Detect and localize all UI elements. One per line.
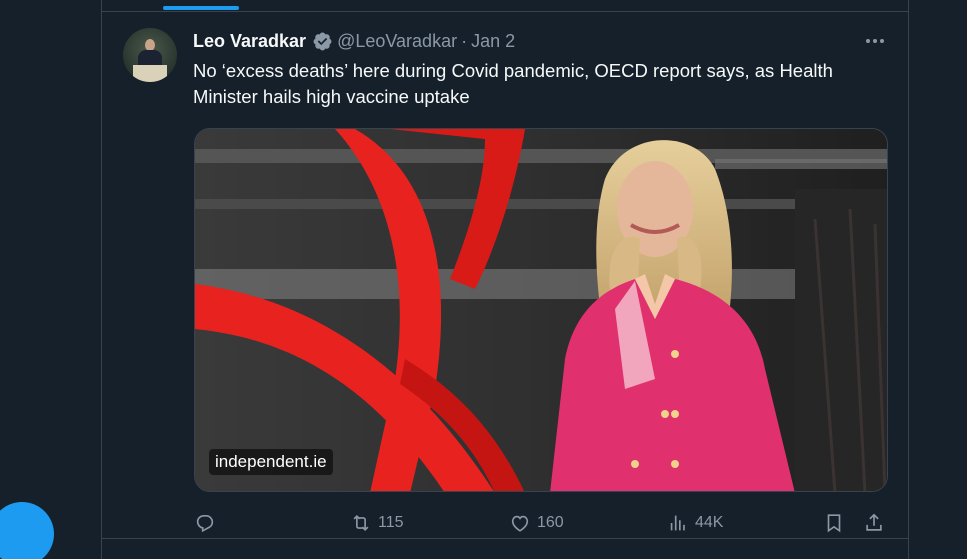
reply-icon <box>196 515 214 533</box>
retweet-button[interactable]: 115 <box>350 508 404 538</box>
right-gutter <box>909 0 967 559</box>
views-button[interactable]: 44K <box>667 508 723 538</box>
like-button[interactable]: 160 <box>509 508 564 538</box>
avatar[interactable] <box>123 28 177 82</box>
more-horizontal-icon[interactable] <box>862 31 888 51</box>
timeline-column: Leo Varadkar @LeoVaradkar · Jan 2 No ‘ex… <box>101 0 909 559</box>
heart-icon <box>511 515 529 532</box>
tweet-header: Leo Varadkar @LeoVaradkar · Jan 2 <box>193 30 515 52</box>
bookmark-icon <box>827 514 841 533</box>
tweet-divider <box>102 538 908 539</box>
views-icon <box>670 515 685 531</box>
retweet-count: 115 <box>378 514 404 531</box>
avatar-podium <box>133 65 167 82</box>
handle[interactable]: @LeoVaradkar <box>337 31 457 52</box>
active-tab-indicator <box>163 6 239 10</box>
views-count: 44K <box>695 514 724 531</box>
compose-fab-button[interactable] <box>0 502 54 559</box>
display-name[interactable]: Leo Varadkar <box>193 31 306 52</box>
left-gutter <box>0 0 101 559</box>
like-count: 160 <box>537 514 564 531</box>
tweet-date[interactable]: Jan 2 <box>471 31 515 52</box>
tweet-actions: 115 160 44K <box>194 508 894 538</box>
tweet[interactable]: Leo Varadkar @LeoVaradkar · Jan 2 No ‘ex… <box>102 13 908 559</box>
share-icon <box>866 513 882 531</box>
bookmark-button[interactable] <box>823 508 845 538</box>
reply-button[interactable] <box>194 508 216 538</box>
card-source-label: independent.ie <box>209 449 333 475</box>
top-tab-strip <box>102 0 908 12</box>
card-image <box>195 129 887 491</box>
tweet-text: No ‘excess deaths’ here during Covid pan… <box>193 60 833 107</box>
separator-dot: · <box>461 30 468 51</box>
share-button[interactable] <box>863 508 885 538</box>
verified-badge-icon[interactable] <box>312 31 333 52</box>
retweet-icon <box>353 514 369 532</box>
link-card[interactable]: independent.ie <box>194 128 888 492</box>
